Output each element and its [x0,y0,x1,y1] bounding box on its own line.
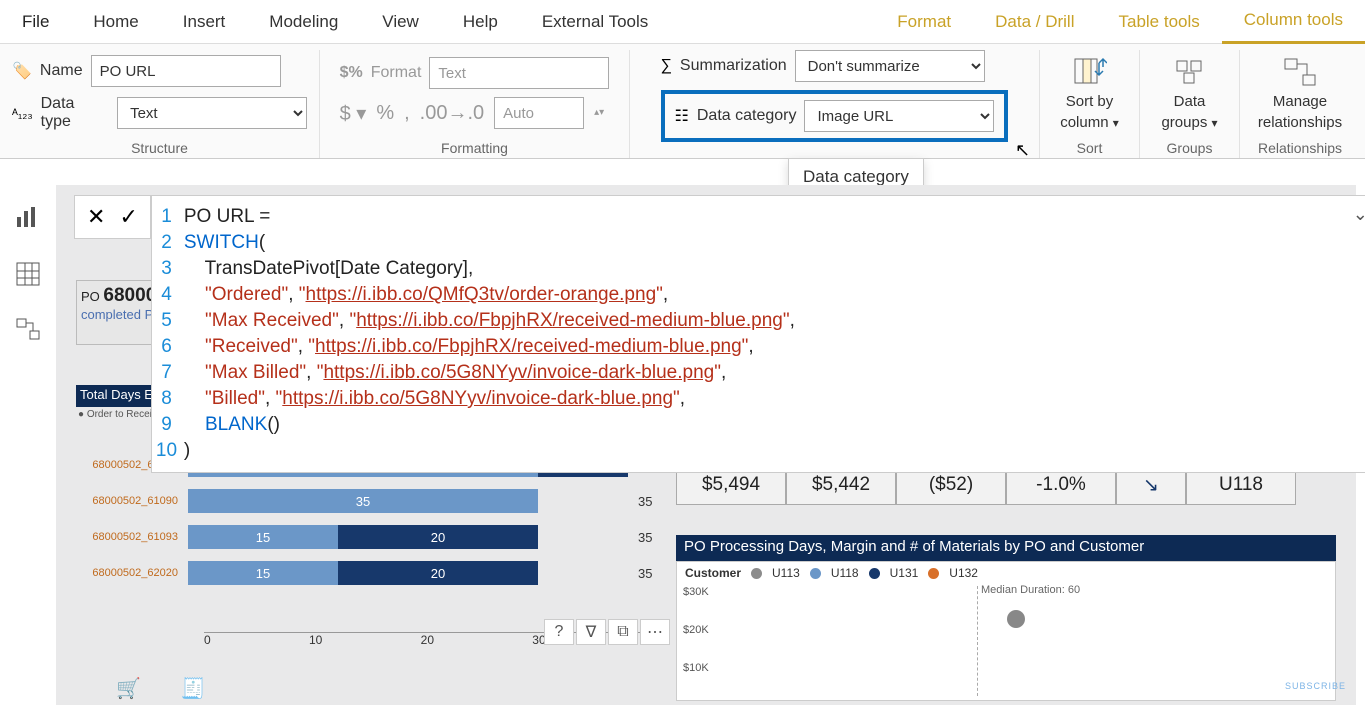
commit-formula-icon[interactable]: ✓ [119,204,137,230]
report-canvas: PO 680005 completed PO Total Days Elap ●… [56,185,1356,705]
groups-icon [1173,55,1207,89]
chevron-down-icon: ▾ [1212,116,1218,130]
datacategory-label: Data category [697,107,797,125]
table-row: 68000502_61093 1520 35 [76,519,676,555]
tab-home[interactable]: Home [71,0,160,44]
relationships-icon [1283,55,1317,89]
datatype-label: Data type [41,95,109,131]
report-view-icon[interactable] [15,205,41,231]
formatting-group-label: Formatting [441,136,508,158]
filter-icon[interactable]: ∇ [576,619,606,645]
table-row: 68000502_62020 1520 35 [76,555,676,591]
tab-modeling[interactable]: Modeling [247,0,360,44]
data-view-icon[interactable] [15,261,41,287]
scatter-point [1007,610,1025,628]
relationships-group-label: Relationships [1258,136,1342,158]
tab-columntools[interactable]: Column tools [1222,0,1365,44]
format-icon: $% [340,64,363,82]
median-line [977,586,978,696]
focus-icon[interactable]: ⧉ [608,619,638,645]
stepper-icon: ▴▾ [594,108,604,118]
thousands-icon: , [404,102,410,125]
summarization-label: Summarization [680,57,787,75]
model-view-icon[interactable] [15,317,41,343]
format-label: Format [371,64,422,82]
sigma-icon: ∑ [661,57,672,75]
data-groups-button[interactable]: Data groups ▾ [1145,55,1235,131]
cart-icon: 🛒 [116,676,141,701]
chevron-down-icon: ▾ [1113,116,1119,130]
ribbon: 🏷️ Name ᴬ₁₂₃ Data type Text Structure $%… [0,44,1365,159]
datacategory-select[interactable]: Image URL [804,100,994,132]
subscribe-badge: SUBSCRIBE [1285,681,1346,691]
median-label: Median Duration: 60 [981,584,1080,596]
tab-external[interactable]: External Tools [520,0,670,44]
help-icon[interactable]: ? [544,619,574,645]
decimals-input [494,97,584,129]
datacategory-highlight: ☷ Data category Image URL [661,90,1009,142]
manage-relationships-button[interactable]: Manage relationships [1245,55,1355,131]
tab-view[interactable]: View [360,0,441,44]
structure-group-label: Structure [131,136,188,158]
chevron-down-icon[interactable]: ⌄ [1353,204,1365,225]
name-label: Name [40,62,83,80]
days-elapsed-chart[interactable]: 68000502_61084 359 44 68000502_61090 35 … [76,447,676,647]
tab-file[interactable]: File [0,0,71,44]
more-icon[interactable]: ⋯ [640,619,670,645]
tab-datadrill[interactable]: Data / Drill [973,0,1096,44]
tab-tabletools[interactable]: Table tools [1097,0,1222,44]
tab-help[interactable]: Help [441,0,520,44]
datatype-select[interactable]: Text [117,97,307,129]
top-tabs: File Home Insert Modeling View Help Exte… [0,0,1365,44]
datatype-icon: ᴬ₁₂₃ [12,106,33,121]
formula-bar: ✕ ✓ ⌄ 1PO URL = 2SWITCH( 3 TransDatePivo… [74,195,1365,473]
cancel-formula-icon[interactable]: ✕ [87,204,105,230]
summarization-select[interactable]: Don't summarize [795,50,985,82]
name-icon: 🏷️ [12,61,32,81]
tab-insert[interactable]: Insert [161,0,248,44]
left-rail [0,185,56,343]
doc-icon: 🧾 [181,676,206,701]
tab-format[interactable]: Format [875,0,973,44]
sort-icon [1073,55,1107,89]
scatter-title: PO Processing Days, Margin and # of Mate… [676,535,1336,561]
format-input [429,57,609,89]
bottom-icons: 🛒 🧾 [116,676,206,701]
trend-down-icon: ↘ [1143,474,1159,497]
scatter-chart[interactable]: Customer U113 U118 U131 U132 $30K$20K$10… [676,561,1336,701]
groups-group-label: Groups [1167,136,1213,158]
decimal-icon: .00→.0 [420,102,484,125]
name-input[interactable] [91,55,281,87]
visual-toolbar: ? ∇ ⧉ ⋯ [544,619,670,645]
scatter-legend: Customer U113 U118 U131 U132 [685,566,978,580]
percent-icon: % [376,102,394,125]
scatter-yticks: $30K$20K$10K [683,586,709,674]
table-row: 68000502_61090 35 35 [76,483,676,519]
currency-icon: $ ▾ [340,101,367,126]
category-icon: ☷ [675,106,689,126]
sort-by-column-button[interactable]: Sort by column ▾ [1045,55,1135,131]
sort-group-label: Sort [1077,136,1103,158]
formula-editor[interactable]: ⌄ 1PO URL = 2SWITCH( 3 TransDatePivot[Da… [151,195,1365,473]
